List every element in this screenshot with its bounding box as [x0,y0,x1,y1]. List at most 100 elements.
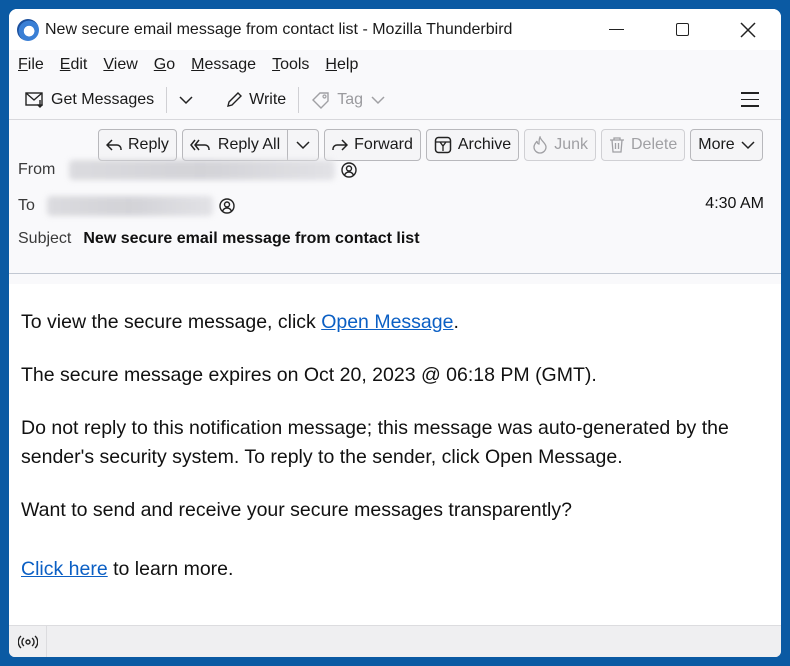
tag-icon [312,91,329,109]
more-button[interactable]: More [690,129,763,161]
message-body: To view the secure message, click Open M… [9,284,781,625]
menu-go[interactable]: Go [154,56,175,74]
menu-accel: V [103,56,114,73]
subject-label: Subject [18,230,72,247]
click-here-link[interactable]: Click here [21,558,108,580]
archive-button[interactable]: Archive [425,129,520,161]
menu-label: iew [113,56,138,73]
menu-label: elp [336,56,359,73]
body-paragraph: The secure message expires on Oct 20, 20… [21,364,597,386]
chevron-down-icon [179,95,193,104]
window-title: New secure email message from contact li… [45,20,513,38]
title-bar: New secure email message from contact li… [9,9,781,50]
menu-file[interactable]: File [18,56,44,74]
hamburger-line [741,98,759,100]
body-text: To view the secure message, click [21,311,322,333]
menu-edit[interactable]: Edit [60,56,88,74]
menu-view[interactable]: View [103,56,137,74]
menu-label: o [166,56,176,73]
chevron-down-icon [371,95,385,104]
subject-value: New secure email message from contact li… [83,230,420,247]
get-messages-dropdown[interactable] [175,85,203,115]
menu-accel: H [325,56,337,73]
write-button[interactable]: Write [221,85,290,115]
body-text: . [453,311,459,333]
body-paragraph: Do not reply to this notification messag… [21,417,729,468]
online-status-button[interactable] [9,625,47,657]
contact-icon[interactable] [341,162,358,178]
pencil-icon [227,91,243,107]
chevron-down-icon [741,141,755,150]
chevron-down-icon [296,141,310,150]
envelope-download-icon [25,91,43,108]
reply-icon [106,139,122,151]
junk-label: Junk [554,136,588,153]
hamburger-line [741,105,759,107]
menu-accel: M [191,56,205,73]
menu-message[interactable]: Message [191,56,256,74]
open-message-link[interactable]: Open Message [321,311,453,333]
more-label: More [698,136,735,153]
menu-label: essage [204,56,257,73]
close-button[interactable] [715,9,781,50]
to-row: To [18,196,235,216]
toolbar-separator [298,86,300,113]
write-label: Write [249,90,287,108]
reply-all-label: Reply All [217,136,281,153]
reply-all-icon [189,139,210,151]
menu-label: ools [280,56,310,73]
body-paragraph: Want to send and receive your secure mes… [21,499,572,521]
forward-icon [332,139,349,151]
thunderbird-window: New secure email message from contact li… [9,9,781,657]
reply-all-button[interactable]: Reply All [183,130,289,160]
reply-button[interactable]: Reply [98,129,177,161]
menu-label: ile [27,56,44,73]
menu-accel: T [272,56,281,73]
message-time: 4:30 AM [705,195,764,212]
get-messages-button[interactable]: Get Messages [21,85,158,115]
from-address-redacted[interactable] [69,160,336,180]
trash-icon [610,137,624,153]
to-address-redacted[interactable] [46,196,213,216]
subject-row: Subject New secure email message from co… [18,230,420,248]
from-label: From [18,161,56,178]
maximize-button[interactable] [649,9,715,50]
junk-button[interactable]: Junk [524,129,596,161]
tag-button[interactable]: Tag [307,85,395,115]
get-messages-label: Get Messages [51,90,155,108]
menu-label: dit [70,56,88,73]
contact-icon[interactable] [219,198,235,214]
minimize-button[interactable] [583,9,649,50]
menu-tools[interactable]: Tools [272,56,309,74]
menu-bar: File Edit View Go Message Tools Help [9,50,781,80]
delete-label: Delete [631,136,678,153]
archive-label: Archive [457,136,512,153]
delete-button[interactable]: Delete [601,129,686,161]
reply-all-split-button: Reply All [181,129,320,161]
archive-icon [434,136,452,154]
maximize-icon [675,23,689,36]
status-bar [9,625,781,657]
menu-accel: F [18,56,28,73]
body-paragraph: To view the secure message, click Open M… [21,308,769,337]
message-header: Reply Reply All Forward Archive Junk Del… [9,120,781,274]
toolbar-separator [166,86,168,113]
menu-help[interactable]: Help [325,56,358,74]
body-paragraph: Click here to learn more. [21,555,769,584]
body-text: to learn more. [107,558,234,580]
minimize-icon [608,28,624,31]
main-toolbar: Get Messages Write Tag [9,80,781,120]
forward-label: Forward [354,136,413,153]
forward-button[interactable]: Forward [324,129,421,161]
to-label: To [18,197,35,214]
menu-accel: E [59,56,71,73]
thunderbird-logo-icon [17,18,39,41]
app-menu-button[interactable] [741,92,759,112]
from-row: From [18,160,358,180]
close-icon [740,21,756,38]
broadcast-icon [17,634,38,649]
reply-all-dropdown[interactable] [288,130,318,160]
hamburger-icon [741,92,759,94]
message-actions: Reply Reply All Forward Archive Junk Del… [98,129,768,161]
flame-icon [533,136,547,154]
